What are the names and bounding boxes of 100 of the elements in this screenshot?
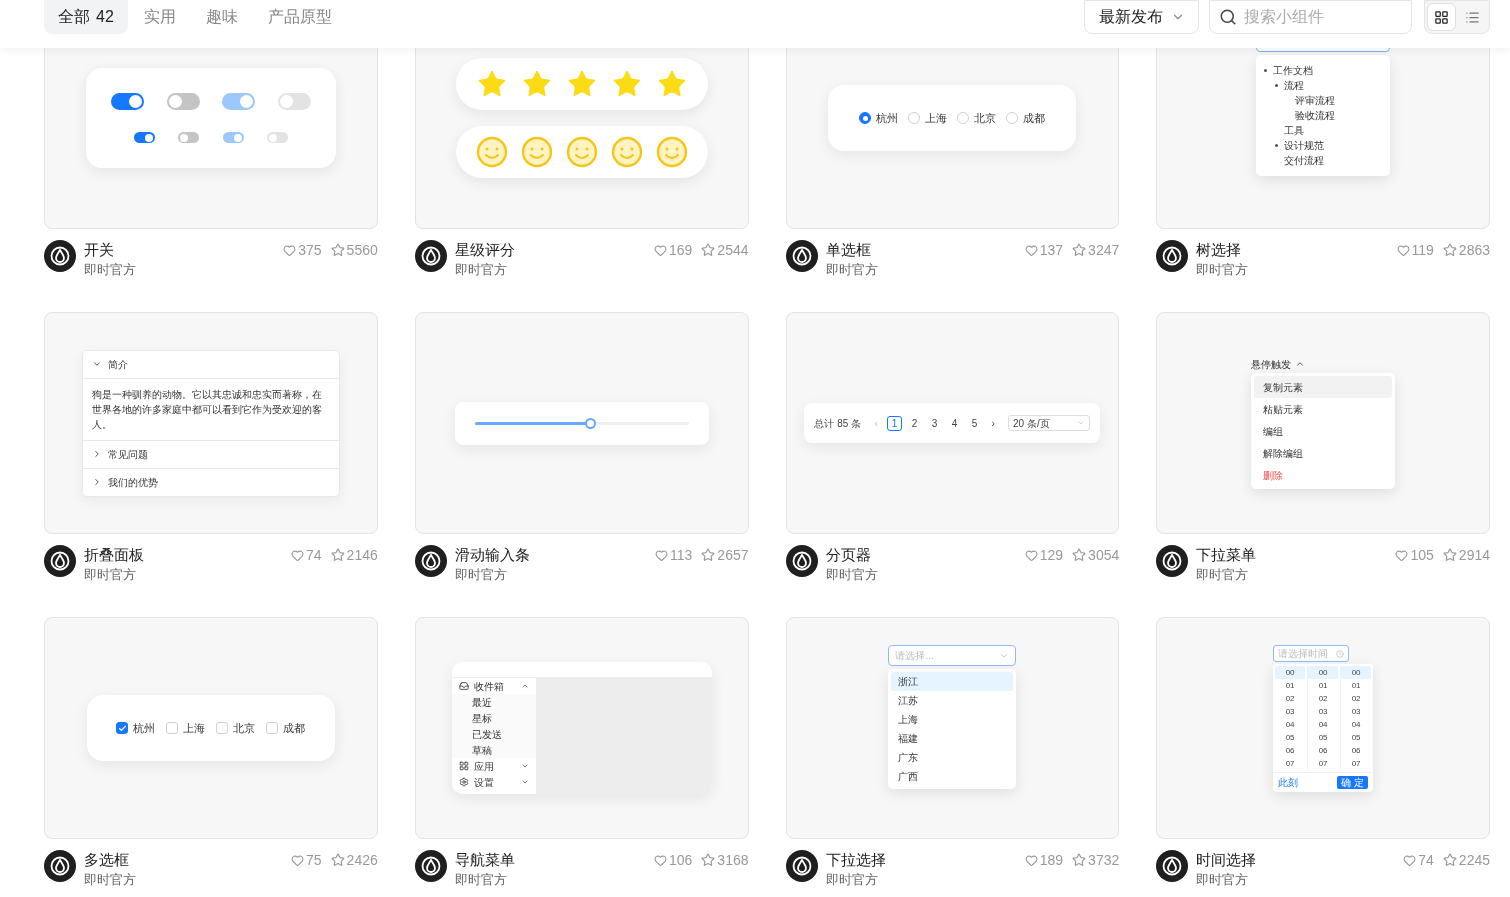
tree-node[interactable]: 工作文档 [1264,63,1314,78]
widget-preview[interactable] [44,48,378,229]
time-cell[interactable]: 01 [1275,679,1306,692]
nav-group[interactable]: 设置 [451,774,536,790]
time-cell[interactable]: 00 [1308,666,1339,679]
tree-node[interactable]: 流程 [1275,78,1305,93]
dropdown-trigger[interactable]: 悬停触发 [1251,357,1396,371]
widget-preview[interactable]: 总计 85 条 ‹ 1 2 3 4 5 › 20 条/页 [785,312,1120,534]
filter-tab[interactable]: 产品原型 [253,0,346,34]
time-cell[interactable]: 02 [1341,692,1372,705]
time-cell[interactable]: 04 [1341,718,1372,731]
select-option[interactable]: 江苏 [891,691,1014,710]
widget-preview[interactable]: 工作文档 流程 评审流程 验收流程 工具 设计规范 交付流程 [1156,48,1490,229]
star-rating[interactable] [455,58,708,110]
time-cell[interactable]: 04 [1275,718,1306,731]
page-button[interactable]: 5 [967,415,983,431]
toggle-switch[interactable] [166,93,200,110]
select-option[interactable]: 浙江 [891,672,1014,691]
widget-title[interactable]: 星级评分 [454,240,515,260]
filter-tab[interactable]: 全部 42 [44,0,128,34]
checkbox-option[interactable]: 上海 [166,719,206,737]
select-option[interactable]: 上海 [891,710,1014,729]
widget-preview[interactable] [414,48,749,229]
collapse-header[interactable]: 常见问题 [82,440,339,468]
radio-option[interactable]: 上海 [908,109,948,127]
widget-title[interactable]: 树选择 [1196,240,1249,260]
time-cell[interactable]: 07 [1308,757,1339,770]
widget-title[interactable]: 开关 [84,240,136,260]
time-cell[interactable]: 02 [1308,692,1339,705]
time-cell[interactable]: 03 [1308,705,1339,718]
widget-title[interactable]: 多选框 [84,850,136,870]
widget-title[interactable]: 下拉菜单 [1196,545,1257,565]
menu-item[interactable]: 编组 [1254,420,1393,442]
menu-item[interactable]: 复制元素 [1254,376,1393,398]
select-option[interactable]: 福建 [891,729,1014,748]
next-page-button[interactable]: › [987,415,1000,431]
time-cell[interactable]: 07 [1275,757,1306,770]
toggle-switch[interactable] [178,132,200,143]
menu-item[interactable]: 解除编组 [1254,442,1393,464]
nav-item[interactable]: 最近 [451,694,536,710]
time-cell[interactable]: 01 [1308,679,1339,692]
tree-node[interactable]: 验收流程 [1286,108,1336,123]
time-cell[interactable]: 00 [1275,666,1306,679]
collapse-header[interactable]: 简介 [82,350,339,378]
tree-node[interactable]: 工具 [1275,123,1305,138]
widget-title[interactable]: 单选框 [825,240,878,260]
checkbox-option[interactable]: 北京 [216,719,256,737]
filter-tab[interactable]: 实用 [129,0,190,34]
toggle-switch[interactable] [111,93,145,110]
now-link[interactable]: 此刻 [1278,775,1299,790]
menu-item[interactable]: 粘贴元素 [1254,398,1393,420]
widget-title[interactable]: 时间选择 [1196,850,1257,870]
toggle-switch[interactable] [133,132,155,143]
filter-tab[interactable]: 趣味 [191,0,252,34]
select-option[interactable]: 广西 [891,767,1014,786]
time-cell[interactable]: 04 [1308,718,1339,731]
widget-preview[interactable]: 简介 狗是一种驯养的动物。它以其忠诚和忠实而著称，在世界各地的许多家庭中都可以看到它作为受欢迎的客人。 常见问题 我们的优势 [44,312,378,534]
widget-title[interactable]: 导航菜单 [454,850,515,870]
time-cell[interactable]: 05 [1308,731,1339,744]
time-cell[interactable]: 03 [1341,705,1372,718]
page-size-select[interactable]: 20 条/页 [1008,415,1091,431]
widget-preview[interactable]: 收件箱 最近 星标 已发送 草稿 应用 设置 [414,617,749,839]
collapse-header[interactable]: 我们的优势 [82,468,339,496]
time-cell[interactable]: 05 [1341,731,1372,744]
widget-preview[interactable] [414,312,749,534]
time-cell[interactable]: 00 [1341,666,1372,679]
widget-preview[interactable]: 杭州 上海 北京 成都 [44,617,378,839]
checkbox-option[interactable]: 杭州 [116,719,156,737]
search-field[interactable]: 搜索小组件 [1209,0,1412,34]
page-button[interactable]: 3 [927,415,943,431]
radio-option[interactable]: 成都 [1006,109,1046,127]
radio-option[interactable]: 杭州 [859,109,899,127]
widget-title[interactable]: 下拉选择 [825,850,886,870]
select-option[interactable]: 广东 [891,748,1014,767]
time-cell[interactable]: 06 [1275,744,1306,757]
grid-view-button[interactable] [1427,3,1456,31]
widget-preview[interactable]: 悬停触发 复制元素 粘贴元素 编组 解除编组 删除 [1156,312,1490,534]
widget-title[interactable]: 折叠面板 [84,545,144,565]
sort-dropdown[interactable]: 最新发布 [1084,0,1199,34]
tree-node[interactable]: 评审流程 [1286,93,1336,108]
confirm-button[interactable]: 确 定 [1337,776,1369,789]
time-cell[interactable]: 06 [1341,744,1372,757]
nav-item[interactable]: 已发送 [451,726,536,742]
page-button[interactable]: 4 [947,415,963,431]
tree-node[interactable]: 交付流程 [1275,153,1325,168]
tree-node[interactable]: 设计规范 [1275,138,1325,153]
widget-title[interactable]: 滑动输入条 [454,545,530,565]
page-button[interactable]: 1 [887,415,903,431]
nav-group[interactable]: 收件箱 [451,678,536,694]
time-cell[interactable]: 05 [1275,731,1306,744]
time-cell[interactable]: 01 [1341,679,1372,692]
widget-preview[interactable]: 请选择时间 00 01 02 03 04 05 06 07 00 01 02 03 04 05 06 07 00 01 02 03 04 05 06 07 此刻 确 定 [1156,617,1490,839]
widget-title[interactable]: 分页器 [825,545,878,565]
time-cell[interactable]: 03 [1275,705,1306,718]
widget-preview[interactable]: 杭州 上海 北京 成都 [785,48,1120,229]
time-cell[interactable]: 07 [1341,757,1372,770]
smiley-rating[interactable] [455,126,708,178]
nav-group[interactable]: 应用 [451,758,536,774]
time-cell[interactable]: 02 [1275,692,1306,705]
slider-thumb[interactable] [585,417,597,429]
